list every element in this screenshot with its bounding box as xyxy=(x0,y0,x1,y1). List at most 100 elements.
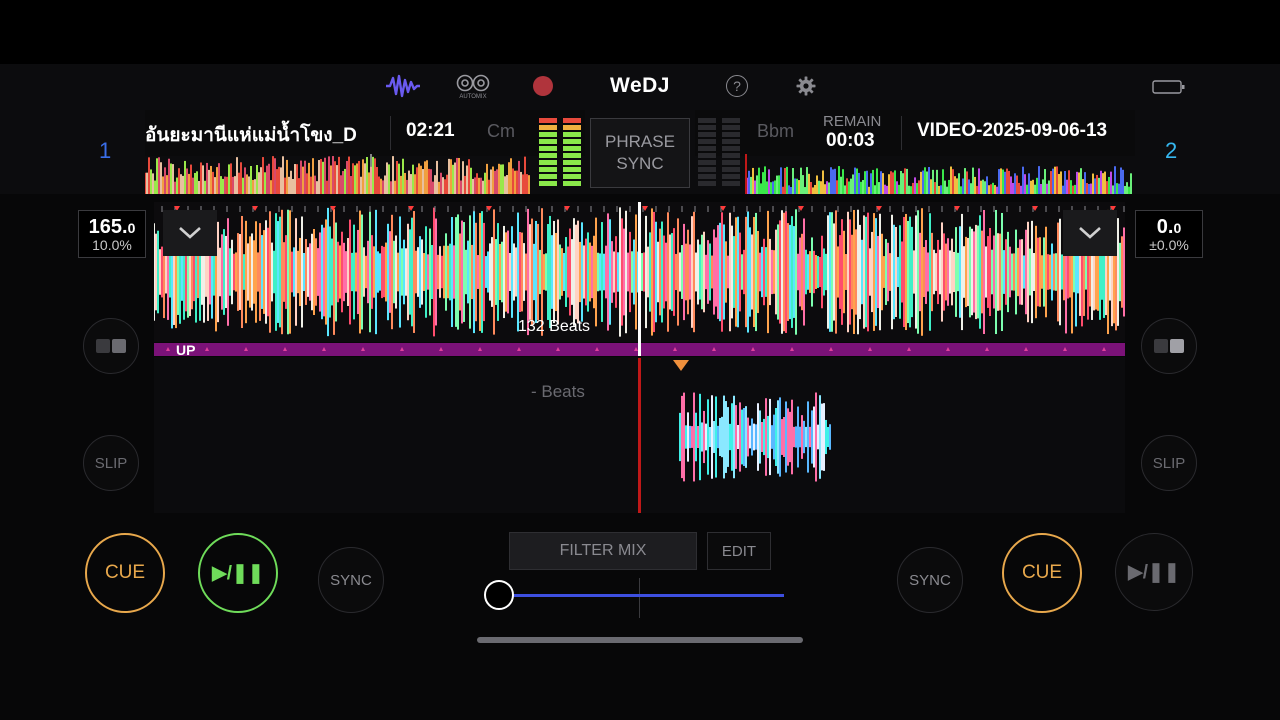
phrase-tick xyxy=(1102,347,1106,351)
meter-segment xyxy=(563,153,581,158)
playhead-deck1 xyxy=(638,202,641,356)
phrase-tick xyxy=(673,347,677,351)
phrase-tick xyxy=(244,347,248,351)
meter-segment xyxy=(698,125,716,130)
home-indicator xyxy=(477,637,803,643)
cue-label: CUE xyxy=(104,562,146,583)
meter-segment xyxy=(539,125,557,130)
meter-segment xyxy=(539,181,557,186)
deck1-bpm-decimal: 0 xyxy=(127,220,136,236)
deck1-beats-label: 132 Beats xyxy=(518,318,591,335)
help-icon[interactable]: ? xyxy=(726,75,748,97)
record-icon[interactable] xyxy=(533,76,553,96)
filter-mix-label: FILTER MIX xyxy=(559,542,647,559)
deck2-sync-button[interactable]: SYNC xyxy=(897,547,963,613)
edit-button[interactable]: EDIT xyxy=(707,532,771,570)
meter-segment xyxy=(563,118,581,123)
deck1-slip-button[interactable]: SLIP xyxy=(83,435,139,491)
phrase-tick xyxy=(556,347,560,351)
deck2-number: 2 xyxy=(1165,138,1178,163)
meter-segment xyxy=(698,174,716,179)
deck2-key: Bbm xyxy=(757,121,795,141)
automix-label: AUTOMIX xyxy=(459,93,487,100)
automix-button[interactable]: AUTOMIX xyxy=(452,70,494,102)
phrase-sync-button[interactable]: PHRASE SYNC xyxy=(590,118,690,188)
meter-segment xyxy=(698,132,716,137)
phrase-tick xyxy=(946,347,950,351)
deck1-view-toggle[interactable] xyxy=(83,318,139,374)
play-pause-icon: ▶/❚❚ xyxy=(212,562,264,584)
automix-icon xyxy=(456,74,490,91)
deck2-overview-waveform[interactable] xyxy=(745,154,1133,194)
phrase-sync-line1: PHRASE xyxy=(605,132,675,151)
crossfader-center-line xyxy=(639,578,640,618)
deck1-sync-button[interactable]: SYNC xyxy=(318,547,384,613)
deck2-cue-button[interactable]: CUE xyxy=(1002,533,1082,613)
meter-segment xyxy=(539,174,557,179)
meter-segment xyxy=(539,132,557,137)
meter-segment xyxy=(563,174,581,179)
crossfader-knob[interactable] xyxy=(484,580,514,610)
meter-segment xyxy=(698,139,716,144)
deck2-collapse-button[interactable] xyxy=(1063,210,1117,256)
deck2-bpm-decimal: 0 xyxy=(1173,220,1182,236)
deck2-play-pause-button[interactable]: ▶/❚❚ xyxy=(1115,533,1193,611)
phrase-tick xyxy=(166,347,170,351)
phrase-label-up: UP xyxy=(176,342,196,358)
meter-segment xyxy=(722,153,740,158)
meter-segment xyxy=(722,181,740,186)
meter-segment xyxy=(563,146,581,151)
deck2-bpm: 0. xyxy=(1156,216,1174,238)
sync-label: SYNC xyxy=(909,571,951,589)
deck1-cue-button[interactable]: CUE xyxy=(85,533,165,613)
play-pause-icon: ▶/❚❚ xyxy=(1128,561,1180,583)
meter-segment xyxy=(563,167,581,172)
app-logo: WeDJ xyxy=(610,74,670,97)
meter-segment xyxy=(722,167,740,172)
deck1-level-meter xyxy=(539,118,581,186)
phrase-tick xyxy=(400,347,404,351)
deck1-overview-waveform[interactable] xyxy=(145,154,530,194)
meter-segment xyxy=(698,167,716,172)
filter-mix-button[interactable]: FILTER MIX xyxy=(509,532,697,570)
playhead-deck2 xyxy=(638,358,641,513)
phrase-tick xyxy=(478,347,482,351)
deck2-view-toggle[interactable] xyxy=(1141,318,1197,374)
phrase-tick xyxy=(517,347,521,351)
meter-segment xyxy=(563,132,581,137)
waveform-icon[interactable] xyxy=(384,72,422,100)
deck2-bpm-display[interactable]: 0.0 ±0.0% xyxy=(1135,210,1203,258)
deck1-collapse-button[interactable] xyxy=(163,210,217,256)
deck1-number: 1 xyxy=(99,138,112,163)
phrase-tick xyxy=(322,347,326,351)
meter-segment xyxy=(722,174,740,179)
deck1-track-title[interactable]: อันยะมานีแห่แม่น้ำโขง_D xyxy=(145,120,360,150)
deck1-bpm-display[interactable]: 165.0 10.0% xyxy=(78,210,146,258)
phrase-tick xyxy=(907,347,911,351)
chevron-down-icon xyxy=(1079,227,1101,239)
slip-label: SLIP xyxy=(1152,454,1186,472)
meter-segment xyxy=(722,125,740,130)
gear-icon[interactable] xyxy=(795,75,817,97)
meter-segment xyxy=(539,118,557,123)
meter-segment xyxy=(722,160,740,165)
phrase-tick xyxy=(1024,347,1028,351)
meter-segment xyxy=(722,146,740,151)
deck2-slip-button[interactable]: SLIP xyxy=(1141,435,1197,491)
split-view-icon xyxy=(1154,339,1184,353)
deck2-beats-label: - Beats xyxy=(531,382,585,401)
meter-segment xyxy=(698,153,716,158)
meter-segment xyxy=(563,139,581,144)
meter-segment xyxy=(539,167,557,172)
deck1-play-pause-button[interactable]: ▶/❚❚ xyxy=(198,533,278,613)
edit-label: EDIT xyxy=(721,542,757,560)
meter-segment xyxy=(698,146,716,151)
phrase-tick xyxy=(283,347,287,351)
phrase-tick xyxy=(439,347,443,351)
meter-segment xyxy=(563,125,581,130)
deck2-track-title[interactable]: VIDEO-2025-09-06-13 xyxy=(917,120,1133,142)
meter-segment xyxy=(539,160,557,165)
help-glyph: ? xyxy=(733,78,741,94)
deck1-key: Cm xyxy=(487,121,515,141)
phrase-sync-line2: SYNC xyxy=(616,154,664,173)
